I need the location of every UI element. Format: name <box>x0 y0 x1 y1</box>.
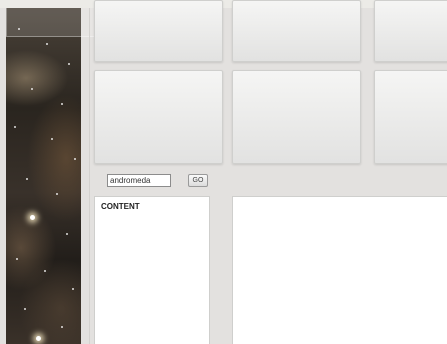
tile-row2-2[interactable] <box>232 70 361 164</box>
star <box>66 233 68 235</box>
star <box>31 88 33 90</box>
star <box>14 126 16 128</box>
divider <box>89 8 90 344</box>
tile-row2-3[interactable] <box>374 70 447 164</box>
bright-star <box>30 215 35 220</box>
star <box>74 158 76 160</box>
star <box>24 308 26 310</box>
tile-row2-1[interactable] <box>94 70 223 164</box>
star <box>68 63 70 65</box>
star <box>51 138 53 140</box>
star <box>72 288 74 290</box>
star <box>56 193 58 195</box>
main-content-area <box>232 196 447 344</box>
tile-row1-2[interactable] <box>232 0 361 62</box>
go-button[interactable]: GO <box>188 174 208 187</box>
content-panel: CONTENT <box>94 196 210 344</box>
content-heading: CONTENT <box>101 202 140 211</box>
tile-row1-3[interactable] <box>374 0 447 62</box>
space-background-image <box>6 8 81 344</box>
search-input[interactable] <box>107 174 171 187</box>
star <box>16 258 18 260</box>
star <box>61 326 63 328</box>
star <box>61 103 63 105</box>
bright-star <box>36 336 41 341</box>
star <box>44 270 46 272</box>
star <box>46 43 48 45</box>
tile-row1-1[interactable] <box>94 0 223 62</box>
star <box>26 178 28 180</box>
